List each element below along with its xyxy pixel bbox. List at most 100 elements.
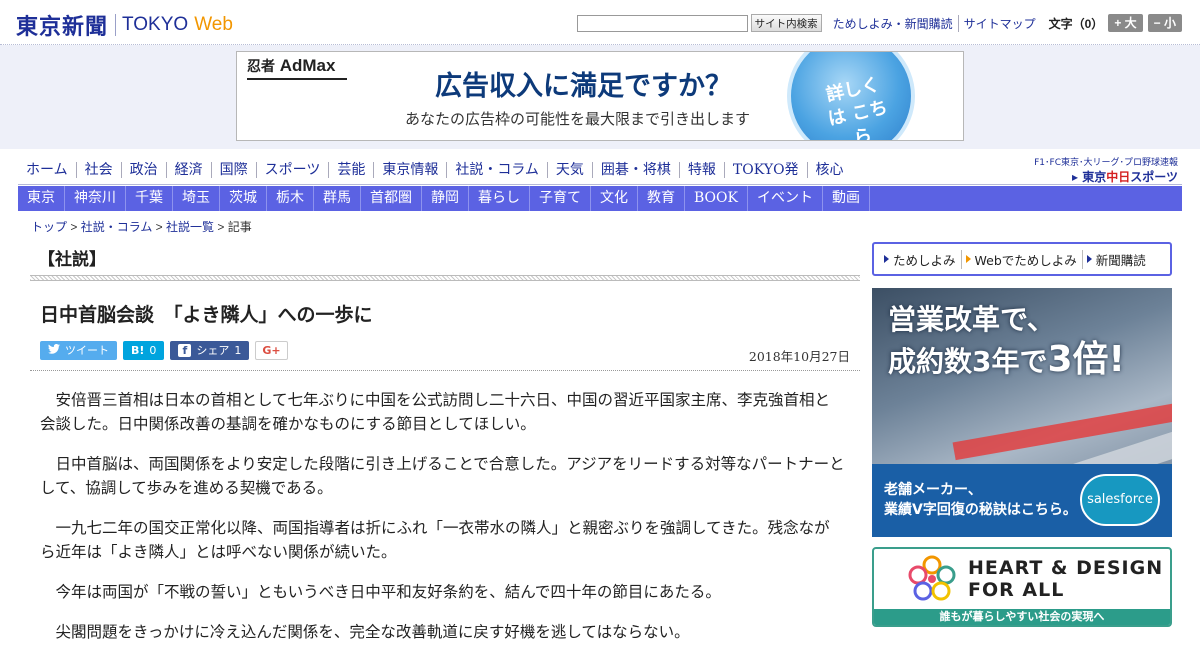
breadcrumb-editorial-list[interactable]: 社説一覧 (166, 220, 214, 234)
nav-culture[interactable]: 文化 (591, 186, 638, 211)
article-paragraph: 安倍晋三首相は日本の首相として七年ぶりに中国を公式訪問し二十六日、中国の習近平国… (40, 391, 831, 433)
nav-tokyo-info[interactable]: 東京情報 (373, 161, 446, 178)
article-body: 安倍晋三首相は日本の首相として七年ぶりに中国を公式訪問し二十六日、中国の習近平国… (40, 388, 845, 660)
sf-line2a: 成約数3年で (888, 345, 1048, 378)
nav-editorial-column[interactable]: 社説・コラム (446, 161, 547, 178)
logo-kanji[interactable]: 東京新聞 (16, 9, 108, 41)
nav-book[interactable]: BOOK (685, 186, 748, 211)
salesforce-ad-headline: 営業改革で、 成約数3年で3倍! (888, 300, 1125, 382)
nav-parenting[interactable]: 子育て (530, 186, 591, 211)
nav-politics[interactable]: 政治 (120, 161, 166, 178)
article-paragraph: 今年は両国が「不戦の誓い」ともいうべき日中平和友好条約を、結んで四十年の節目にあ… (55, 583, 721, 601)
breadcrumb-sep: > (152, 220, 167, 234)
newspaper-subscription-label: 新聞購読 (1095, 252, 1146, 268)
chunichi-sports-link[interactable]: F1･FC東京･大リーグ･プロ野球速報 ▸ 東京中日スポーツ (1034, 155, 1178, 185)
newspaper-subscription-link[interactable]: 新聞購読 (1081, 249, 1151, 269)
hd-title2: FOR ALL (968, 579, 1065, 601)
chunichi-sports-logo: ▸ 東京中日スポーツ (1034, 168, 1178, 185)
nav-international[interactable]: 国際 (210, 161, 256, 178)
nav-event[interactable]: イベント (748, 186, 823, 211)
article-headline: 日中首脳会談 「よき隣人」への一歩に (40, 304, 373, 326)
facebook-share-count: 1 (234, 344, 242, 357)
heart-design-title: HEART & DESIGN FOR ALL (968, 557, 1163, 601)
nav-video[interactable]: 動画 (823, 186, 870, 211)
nav-society[interactable]: 社会 (75, 161, 121, 178)
sf-bottom1: 老舗メーカー、 (884, 482, 982, 498)
chunichi-suffix: スポーツ (1130, 170, 1178, 184)
region-chiba[interactable]: 千葉 (126, 186, 173, 211)
nav-tokyo-hatsu[interactable]: TOKYO発 (723, 161, 807, 178)
site-search-button[interactable]: サイト内検索 (750, 14, 822, 32)
arrow-icon (884, 255, 889, 263)
breadcrumb: トップ > 社説・コラム > 社説一覧 > 記事 (31, 218, 252, 235)
admax-details-bubble[interactable]: 詳しくは こちら (787, 52, 915, 141)
sf-bottom2: 業績V字回復の秘訣はこちら。 (884, 502, 1077, 518)
arrow-icon (1086, 255, 1092, 263)
salesforce-ad[interactable]: 営業改革で、 成約数3年で3倍! 老舗メーカー、 業績V字回復の秘訣はこちら。 … (872, 288, 1172, 537)
hatena-count: 0 (149, 344, 157, 357)
region-tokyo[interactable]: 東京 (18, 186, 65, 211)
breadcrumb-editorial-column[interactable]: 社説・コラム (81, 220, 153, 234)
google-plus-button[interactable]: G+ (255, 341, 288, 360)
hatena-bookmark-button[interactable]: B! 0 (123, 341, 165, 360)
sf-line2b: 3倍! (1047, 339, 1125, 380)
region-saitama[interactable]: 埼玉 (173, 186, 220, 211)
region-nav: 東京 神奈川 千葉 埼玉 茨城 栃木 群馬 首都圏 静岡 暮らし 子育て 文化 … (18, 186, 1182, 211)
region-shizuoka[interactable]: 静岡 (422, 186, 469, 211)
flower-logo-icon (908, 555, 956, 601)
region-gunma[interactable]: 群馬 (314, 186, 361, 211)
tweet-label: ツイート (65, 344, 109, 357)
region-shutoken[interactable]: 首都圏 (361, 186, 422, 211)
tweet-button[interactable]: ツイート (40, 341, 117, 360)
logo-tokyo[interactable]: TOKYO (122, 14, 188, 36)
twitter-bird-icon (48, 341, 60, 360)
facebook-share-button[interactable]: f シェア 1 (170, 341, 250, 360)
article-date: 2018年10月27日 (748, 349, 850, 364)
logo-divider (115, 14, 117, 36)
site-search-input[interactable] (576, 14, 748, 32)
article-paragraph: 一九七二年の国交正常化以降、両国指導者は折にふれ「一衣帯水の隣人」と親密ぶりを強… (40, 519, 830, 561)
social-share-bar: ツイート B! 0 f シェア 1 G+ (40, 341, 294, 360)
arrow-icon (965, 255, 971, 263)
heart-design-ad[interactable]: HEART & DESIGN FOR ALL 誰もが暮らしやすい社会の実現へ (872, 547, 1172, 627)
admax-bubble-text: 詳しくは こちら (824, 74, 890, 141)
nav-sports[interactable]: スポーツ (255, 161, 329, 178)
web-trial-read-link[interactable]: Webでためしよみ (960, 249, 1082, 269)
nav-education[interactable]: 教育 (638, 186, 685, 211)
nav-economy[interactable]: 経済 (165, 161, 211, 178)
logo-web[interactable]: Web (194, 14, 233, 36)
subscribe-link[interactable]: ためしよみ・新聞購読 (828, 15, 958, 32)
nav-home[interactable]: ホーム (18, 162, 76, 178)
nav-entertainment[interactable]: 芸能 (328, 161, 373, 178)
trial-read-link[interactable]: ためしよみ (880, 250, 961, 269)
heart-design-tagline: 誰もが暮らしやすい社会の実現へ (874, 609, 1170, 625)
ad-band: 忍者 AdMax 広告収入に満足ですか？ あなたの広告枠の可能性を最大限まで引き… (0, 45, 1200, 149)
sitemap-link[interactable]: サイトマップ (957, 14, 1041, 32)
region-kanagawa[interactable]: 神奈川 (65, 186, 126, 211)
nav-living[interactable]: 暮らし (469, 186, 530, 211)
breadcrumb-sep: > (67, 220, 81, 234)
section-divider (30, 275, 860, 281)
nav-special-report[interactable]: 特報 (678, 161, 724, 178)
hatena-icon: B! (131, 344, 145, 357)
nav-core[interactable]: 核心 (806, 161, 852, 178)
date-divider (30, 370, 860, 371)
chunichi-sports-tagline: F1･FC東京･大リーグ･プロ野球速報 (1034, 158, 1178, 168)
breadcrumb-top[interactable]: トップ (31, 220, 67, 234)
admax-subline: あなたの広告枠の可能性を最大限まで引き出します (405, 110, 751, 128)
region-tochigi[interactable]: 栃木 (267, 186, 314, 211)
font-size-label: 文字（0） (1048, 16, 1104, 31)
chunichi-prefix: ▸ 東京 (1072, 170, 1107, 184)
nav-weather[interactable]: 天気 (546, 161, 592, 178)
admax-banner-ad[interactable]: 忍者 AdMax 広告収入に満足ですか？ あなたの広告枠の可能性を最大限まで引き… (236, 51, 964, 141)
facebook-icon: f (178, 344, 192, 357)
article-paragraph: 尖閣問題をきっかけに冷え込んだ関係を、完全な改善軌道に戻す好機を逃してはならない… (55, 623, 690, 641)
sf-line1: 営業改革で、 (888, 303, 1055, 336)
font-smaller-button[interactable]: − 小 (1147, 14, 1182, 32)
hd-title1: HEART & DESIGN (968, 557, 1164, 579)
nav-go-shogi[interactable]: 囲碁・将棋 (591, 161, 679, 178)
trial-read-label: ためしよみ (893, 252, 956, 268)
site-logo[interactable]: 東京新聞 TOKYO Web (16, 9, 233, 41)
font-bigger-button[interactable]: + 大 (1108, 14, 1143, 32)
region-ibaraki[interactable]: 茨城 (220, 186, 267, 211)
